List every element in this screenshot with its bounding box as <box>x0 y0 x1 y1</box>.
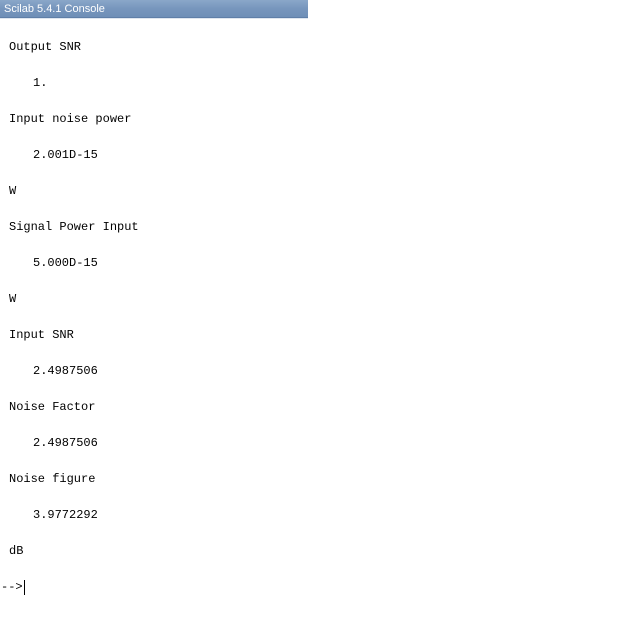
console-line-noise-factor-value: 2.4987506 <box>33 436 98 450</box>
console-line-noise-factor-label: Noise Factor <box>9 400 96 414</box>
console-prompt: --> <box>1 580 23 594</box>
console-line-signal-power-input-label: Signal Power Input <box>9 220 139 234</box>
console-line-output-snr-label: Output SNR <box>9 40 82 54</box>
console-line-noise-figure-label: Noise figure <box>9 472 96 486</box>
console-output-area[interactable]: Output SNR 1. Input noise power 2.001D-1… <box>0 19 628 639</box>
console-line-output-snr-value: 1. <box>33 76 48 90</box>
console-line-signal-power-input-unit: W <box>9 292 17 306</box>
scilab-console-window: Scilab 5.4.1 Console Output SNR 1. Input… <box>0 0 628 639</box>
window-titlebar[interactable]: Scilab 5.4.1 Console <box>0 0 308 18</box>
console-line-input-noise-power-label: Input noise power <box>9 112 132 126</box>
console-line-input-snr-value: 2.4987506 <box>33 364 98 378</box>
console-line-input-noise-power-value: 2.001D-15 <box>33 148 98 162</box>
window-title: Scilab 5.4.1 Console <box>4 2 105 15</box>
text-cursor <box>23 579 25 595</box>
console-prompt-line[interactable]: --> <box>1 579 25 595</box>
console-line-noise-figure-unit: dB <box>9 544 24 558</box>
console-line-input-snr-label: Input SNR <box>9 328 74 342</box>
console-line-signal-power-input-value: 5.000D-15 <box>33 256 98 270</box>
console-line-noise-figure-value: 3.9772292 <box>33 508 98 522</box>
console-line-input-noise-power-unit: W <box>9 184 17 198</box>
